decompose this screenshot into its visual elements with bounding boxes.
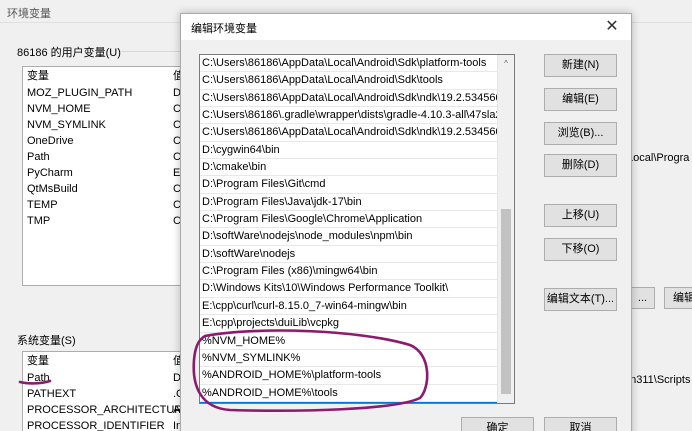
table-row[interactable]: PROCESSOR_IDENTIFIER In (23, 418, 186, 431)
move-down-button[interactable]: 下移(O) (544, 238, 617, 261)
variable-name: PATHEXT (27, 388, 77, 400)
column-header-variable[interactable]: 变量 (27, 70, 49, 82)
variable-name: PyCharm (27, 167, 73, 179)
path-list-item[interactable]: E:\cpp\curl\curl-8.15.0_7-win64-mingw\bi… (200, 298, 514, 316)
path-list-item[interactable]: C:\Users\86186\AppData\Local\Android\Sdk… (200, 90, 514, 108)
table-row[interactable]: NVM_HOME C (23, 101, 186, 117)
list-header: 变量 值 (23, 352, 186, 370)
path-list-item[interactable]: E:\cpp\projects\duiLib\vcpkg (200, 315, 514, 333)
path-list-item[interactable]: C:\Users\86186\.gradle\wrapper\dists\gra… (200, 107, 514, 125)
path-entries-list[interactable]: C:\Users\86186\AppData\Local\Android\Sdk… (199, 54, 515, 404)
path-list-item[interactable]: D:\Program Files\Java\jdk-17\bin (200, 194, 514, 212)
table-row[interactable]: MOZ_PLUGIN_PATH D (23, 85, 186, 101)
path-list-item[interactable]: D:\Windows Kits\10\Windows Performance T… (200, 280, 514, 298)
system-variables-list[interactable]: 变量 值 Path D PATHEXT .C PROCESSOR_ARCHITECTUR… (22, 351, 187, 431)
path-rows: C:\Users\86186\AppData\Local\Android\Sdk… (200, 55, 514, 403)
ok-button[interactable]: 确定 (461, 417, 534, 431)
dialog-titlebar[interactable]: 编辑环境变量 ✕ (181, 14, 631, 40)
path-list-item[interactable]: C:\Program Files (x86)\mingw64\bin (200, 263, 514, 281)
user-path-value-text: \Local\Progra (624, 152, 690, 164)
new-button[interactable]: 新建(N) (544, 54, 617, 77)
column-header-variable[interactable]: 变量 (27, 355, 49, 367)
window-title: 环境变量 (7, 8, 51, 20)
path-list-item[interactable]: D:\softWare\nodejs (200, 246, 514, 264)
variable-name: NVM_SYMLINK (27, 119, 106, 131)
table-row[interactable]: TMP C (23, 213, 186, 229)
table-row[interactable]: NVM_SYMLINK C (23, 117, 186, 133)
edit-text-button[interactable]: 编辑文本(T)... (544, 288, 617, 311)
system-variable-rows: Path D PATHEXT .C PROCESSOR_ARCHITECTURE A PRO… (23, 370, 186, 431)
edit-button[interactable]: 编辑(E) (544, 88, 617, 111)
variable-name: OneDrive (27, 135, 74, 147)
system-path-value-text: on311\Scripts (624, 374, 691, 386)
path-list-item[interactable]: C:\Program Files\Google\Chrome\Applicati… (200, 211, 514, 229)
browse-button[interactable]: 浏览(B)... (544, 122, 617, 145)
variable-name: Path (27, 151, 50, 163)
user-variables-list[interactable]: 变量 值 MOZ_PLUGIN_PATH D NVM_HOME C NVM_SYMLIN… (22, 66, 187, 286)
table-row[interactable]: PATHEXT .C (23, 386, 186, 402)
delete-button[interactable]: 删除(D) (544, 154, 617, 177)
group-divider (120, 51, 180, 52)
path-list-item[interactable]: %NVM_SYMLINK% (200, 350, 514, 368)
path-list-item[interactable]: D:\Program Files\Git\cmd (200, 176, 514, 194)
path-list-item[interactable]: %ANDROID_HOME%\platform-tools (200, 367, 514, 385)
path-list-item[interactable]: D:\cygwin64\bin (200, 142, 514, 160)
table-row[interactable]: PROCESSOR_ARCHITECTURE A (23, 402, 186, 418)
path-list-item[interactable]: C:\Users\86186\AppData\Local\Android\Sdk… (200, 124, 514, 142)
path-list-item[interactable]: %NVM_HOME% (200, 333, 514, 350)
table-row[interactable]: TEMP C (23, 197, 186, 213)
bg-edit-button[interactable]: 编辑 (664, 287, 692, 309)
table-row[interactable]: PyCharm E: (23, 165, 186, 181)
table-row[interactable]: QtMsBuild C (23, 181, 186, 197)
path-list-item[interactable]: D:\softWare\nodejs\node_modules\npm\bin (200, 228, 514, 246)
variable-name: QtMsBuild (27, 183, 78, 195)
path-list-item[interactable]: %ANDROID_HOME%\tools (200, 385, 514, 402)
bg-ellipsis-button[interactable]: ... (630, 287, 655, 309)
variable-name: PROCESSOR_IDENTIFIER (27, 420, 165, 431)
table-row[interactable]: Path D (23, 370, 186, 386)
user-variable-rows: MOZ_PLUGIN_PATH D NVM_HOME C NVM_SYMLINK C One… (23, 85, 186, 229)
edit-environment-variable-dialog: 编辑环境变量 ✕ C:\Users\86186\AppData\Local\An… (180, 13, 632, 431)
table-row[interactable]: Path C (23, 149, 186, 165)
variable-name: PROCESSOR_ARCHITECTURE (27, 404, 187, 416)
system-variables-group-label: 系统变量(S) (17, 335, 76, 347)
variable-name: TMP (27, 215, 51, 227)
table-row[interactable]: OneDrive C (23, 133, 186, 149)
move-up-button[interactable]: 上移(U) (544, 204, 617, 227)
variable-name: Path (27, 372, 50, 384)
path-list-item[interactable]: D:\cmake\bin (200, 159, 514, 177)
scroll-thumb[interactable] (501, 209, 511, 394)
variable-name: MOZ_PLUGIN_PATH (27, 87, 133, 99)
vertical-scrollbar[interactable]: ^ (497, 55, 514, 403)
cancel-button[interactable]: 取消 (544, 417, 617, 431)
variable-name: TEMP (27, 199, 58, 211)
list-header: 变量 值 (23, 67, 186, 85)
dialog-title: 编辑环境变量 (191, 23, 257, 35)
user-variables-group-label: 86186 的用户变量(U) (17, 47, 121, 59)
scroll-up-arrow-icon[interactable]: ^ (498, 55, 514, 72)
variable-name: NVM_HOME (27, 103, 91, 115)
path-list-item[interactable]: %ANDROID_HOME%\tools\bin (200, 401, 514, 403)
close-icon[interactable]: ✕ (603, 16, 621, 36)
path-list-item[interactable]: C:\Users\86186\AppData\Local\Android\Sdk… (200, 55, 514, 73)
path-list-item[interactable]: C:\Users\86186\AppData\Local\Android\Sdk… (200, 72, 514, 90)
